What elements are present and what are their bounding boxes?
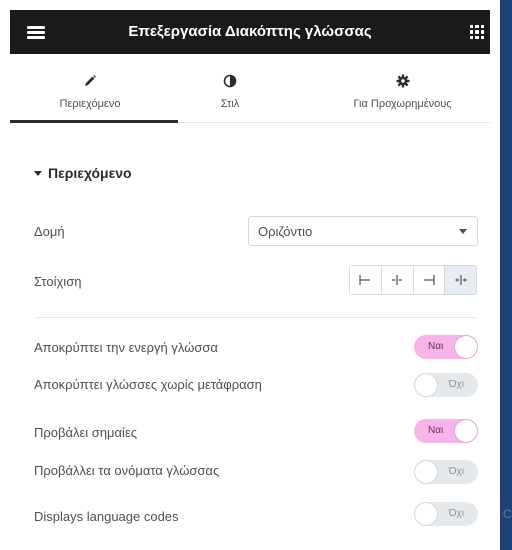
caret-down-icon <box>34 170 42 176</box>
align-center-icon <box>392 275 403 285</box>
align-left-icon <box>359 275 371 285</box>
gear-icon <box>396 74 409 88</box>
toggle-label: Αποκρύπτει γλώσσες χωρίς μετάφραση <box>34 377 262 392</box>
hide-active-language-switch[interactable]: Ναι <box>414 335 478 359</box>
tab-style-label: Στιλ <box>220 98 240 110</box>
preview-edge <box>500 0 512 550</box>
switch-knob <box>455 336 477 358</box>
switch-state: Όχι <box>448 466 464 477</box>
toggle-label: Αποκρύπτει την ενεργή γλώσσα <box>34 340 218 355</box>
preview-edge-text: C <box>503 507 512 521</box>
grid-icon[interactable] <box>470 25 484 39</box>
tab-content-label: Περιεχόμενο <box>59 98 121 110</box>
section-toggle[interactable]: Περιεχόμενο <box>34 165 132 181</box>
display-language-codes-switch[interactable]: Όχι <box>414 502 478 526</box>
alignment-label: Στοίχιση <box>34 274 82 289</box>
tab-advanced[interactable]: Για Προχωρημένους <box>315 54 490 122</box>
align-justify-button[interactable] <box>445 266 476 294</box>
align-right-button[interactable] <box>414 266 446 294</box>
switch-state: Όχι <box>448 379 464 390</box>
structure-label: Δομή <box>34 224 65 239</box>
tab-style[interactable]: Στιλ <box>170 54 290 122</box>
tab-content[interactable]: Περιεχόμενο <box>10 54 178 123</box>
switch-knob <box>415 461 437 483</box>
hide-untranslated-languages-switch[interactable]: Όχι <box>414 373 478 397</box>
structure-select[interactable]: Οριζόντιο <box>248 216 478 246</box>
panel-header: Επεξεργασία Διακόπτης γλώσσας <box>10 10 490 54</box>
editor-panel: Επεξεργασία Διακόπτης γλώσσας Περιεχόμεν… <box>0 0 500 550</box>
toggle-label: Displays language codes <box>34 509 179 524</box>
toggle-label: Προβάλλει τα ονόματα γλώσσας <box>34 463 220 478</box>
alignment-control <box>349 265 477 295</box>
caret-down-icon <box>459 229 467 234</box>
align-center-button[interactable] <box>382 266 414 294</box>
switch-knob <box>415 503 437 525</box>
show-language-names-switch[interactable]: Όχι <box>414 460 478 484</box>
pencil-icon <box>85 75 96 86</box>
section-divider <box>34 317 478 318</box>
align-right-icon <box>423 275 435 285</box>
switch-state: Ναι <box>428 425 444 436</box>
align-justify-icon <box>455 275 467 285</box>
toggle-label: Προβάλει σημαίες <box>34 425 138 440</box>
hamburger-icon[interactable] <box>27 26 45 39</box>
align-left-button[interactable] <box>350 266 382 294</box>
switch-knob <box>415 374 437 396</box>
show-flags-switch[interactable]: Ναι <box>414 419 478 443</box>
structure-value: Οριζόντιο <box>258 224 313 239</box>
switch-knob <box>455 420 477 442</box>
panel-tabs: Περιεχόμενο Στιλ Για Προχωρημένους <box>10 54 490 123</box>
tab-advanced-label: Για Προχωρημένους <box>353 98 452 110</box>
half-circle-icon <box>223 74 237 88</box>
switch-state: Όχι <box>448 508 464 519</box>
active-tab-indicator <box>10 120 178 123</box>
switch-state: Ναι <box>428 341 444 352</box>
panel-title: Επεξεργασία Διακόπτης γλώσσας <box>128 23 372 40</box>
section-title: Περιεχόμενο <box>48 165 132 181</box>
